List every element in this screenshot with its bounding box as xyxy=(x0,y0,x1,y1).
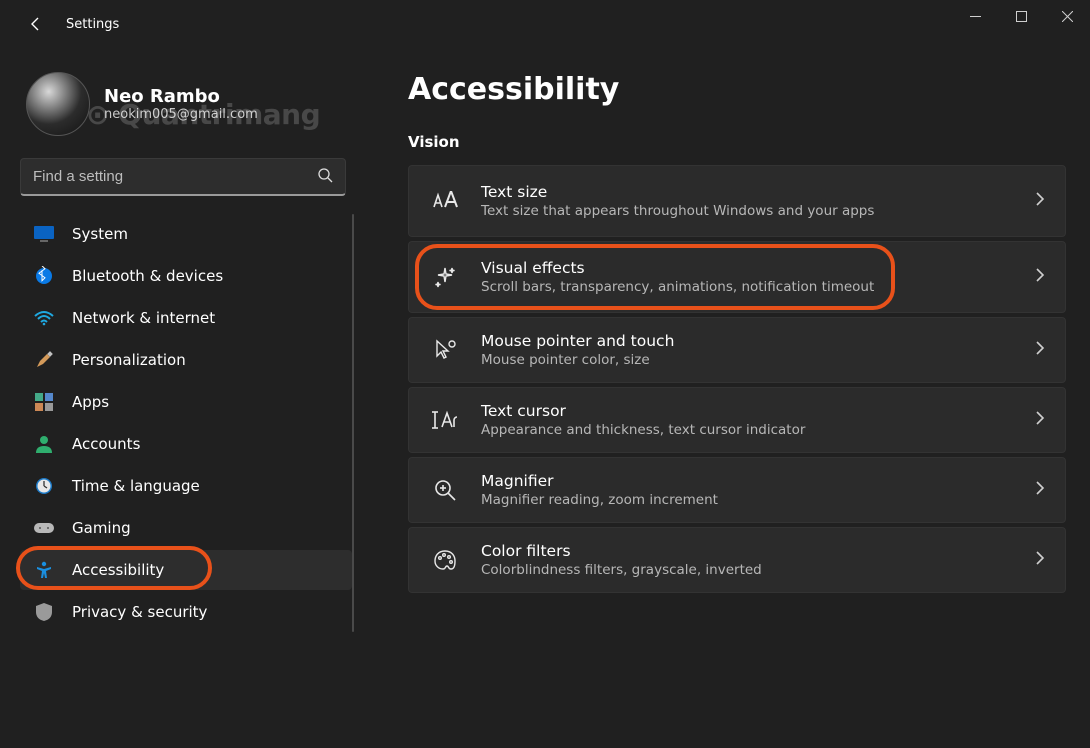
cursor-icon xyxy=(431,336,459,364)
text-size-icon xyxy=(431,187,459,215)
card-subtitle: Colorblindness filters, grayscale, inver… xyxy=(481,562,1013,578)
sidebar-item-privacy[interactable]: Privacy & security xyxy=(20,592,352,632)
card-mouse-pointer[interactable]: Mouse pointer and touch Mouse pointer co… xyxy=(408,317,1066,383)
sidebar-item-label: Apps xyxy=(72,393,109,411)
minimize-button[interactable] xyxy=(952,0,998,32)
magnifier-icon xyxy=(431,476,459,504)
titlebar: Settings xyxy=(0,0,1090,48)
sidebar-item-label: Bluetooth & devices xyxy=(72,267,223,285)
chevron-right-icon xyxy=(1035,550,1045,570)
card-subtitle: Magnifier reading, zoom increment xyxy=(481,492,1013,508)
sidebar: Neo Rambo neokim005@gmail.com ⊙ Quantrim… xyxy=(0,48,360,748)
chevron-right-icon xyxy=(1035,191,1045,211)
nav-scrollbar[interactable] xyxy=(352,214,354,632)
section-label: Vision xyxy=(408,133,1066,151)
person-icon xyxy=(34,434,54,454)
sparkle-icon xyxy=(431,263,459,291)
close-button[interactable] xyxy=(1044,0,1090,32)
gamepad-icon xyxy=(34,518,54,538)
back-button[interactable] xyxy=(16,4,56,44)
sidebar-item-label: Accounts xyxy=(72,435,140,453)
avatar xyxy=(26,72,90,136)
card-visual-effects[interactable]: Visual effects Scroll bars, transparency… xyxy=(408,241,1066,313)
maximize-button[interactable] xyxy=(998,0,1044,32)
shield-icon xyxy=(34,602,54,622)
sidebar-item-time[interactable]: Time & language xyxy=(20,466,352,506)
sidebar-item-system[interactable]: System xyxy=(20,214,352,254)
sidebar-item-label: Personalization xyxy=(72,351,186,369)
card-title: Visual effects xyxy=(481,259,1013,277)
nav: System Bluetooth & devices Network & int… xyxy=(20,214,352,632)
card-title: Text size xyxy=(481,183,1013,201)
search-input[interactable] xyxy=(33,168,309,185)
display-icon xyxy=(34,224,54,244)
card-subtitle: Scroll bars, transparency, animations, n… xyxy=(481,279,1013,295)
card-title: Magnifier xyxy=(481,472,1013,490)
card-title: Text cursor xyxy=(481,402,1013,420)
sidebar-item-label: Time & language xyxy=(72,477,200,495)
card-subtitle: Text size that appears throughout Window… xyxy=(481,203,1013,219)
sidebar-item-network[interactable]: Network & internet xyxy=(20,298,352,338)
sidebar-item-label: Accessibility xyxy=(72,561,164,579)
profile-name: Neo Rambo xyxy=(104,86,258,107)
sidebar-item-gaming[interactable]: Gaming xyxy=(20,508,352,548)
card-text-cursor[interactable]: Text cursor Appearance and thickness, te… xyxy=(408,387,1066,453)
sidebar-item-label: Network & internet xyxy=(72,309,215,327)
sidebar-item-bluetooth[interactable]: Bluetooth & devices xyxy=(20,256,352,296)
sidebar-item-apps[interactable]: Apps xyxy=(20,382,352,422)
search-icon xyxy=(317,167,333,187)
palette-icon xyxy=(431,546,459,574)
card-subtitle: Mouse pointer color, size xyxy=(481,352,1013,368)
card-title: Color filters xyxy=(481,542,1013,560)
bluetooth-icon xyxy=(34,266,54,286)
card-color-filters[interactable]: Color filters Colorblindness filters, gr… xyxy=(408,527,1066,593)
window-controls xyxy=(952,0,1090,48)
profile-email: neokim005@gmail.com xyxy=(104,107,258,122)
card-text-size[interactable]: Text size Text size that appears through… xyxy=(408,165,1066,237)
window-title: Settings xyxy=(66,17,119,32)
sidebar-item-label: System xyxy=(72,225,128,243)
sidebar-item-accessibility[interactable]: Accessibility xyxy=(20,550,352,590)
page-title: Accessibility xyxy=(408,72,1066,107)
chevron-right-icon xyxy=(1035,340,1045,360)
chevron-right-icon xyxy=(1035,267,1045,287)
accessibility-icon xyxy=(34,560,54,580)
card-magnifier[interactable]: Magnifier Magnifier reading, zoom increm… xyxy=(408,457,1066,523)
sidebar-item-label: Gaming xyxy=(72,519,131,537)
chevron-right-icon xyxy=(1035,410,1045,430)
sidebar-item-accounts[interactable]: Accounts xyxy=(20,424,352,464)
wifi-icon xyxy=(34,308,54,328)
apps-icon xyxy=(34,392,54,412)
sidebar-item-label: Privacy & security xyxy=(72,603,207,621)
chevron-right-icon xyxy=(1035,480,1045,500)
main-panel: Accessibility Vision Text size Text size… xyxy=(360,48,1090,748)
search-box[interactable] xyxy=(20,158,346,196)
clock-icon xyxy=(34,476,54,496)
profile-block[interactable]: Neo Rambo neokim005@gmail.com ⊙ Quantrim… xyxy=(26,72,352,136)
text-cursor-icon xyxy=(431,406,459,434)
paintbrush-icon xyxy=(34,350,54,370)
card-subtitle: Appearance and thickness, text cursor in… xyxy=(481,422,1013,438)
card-title: Mouse pointer and touch xyxy=(481,332,1013,350)
sidebar-item-personalization[interactable]: Personalization xyxy=(20,340,352,380)
